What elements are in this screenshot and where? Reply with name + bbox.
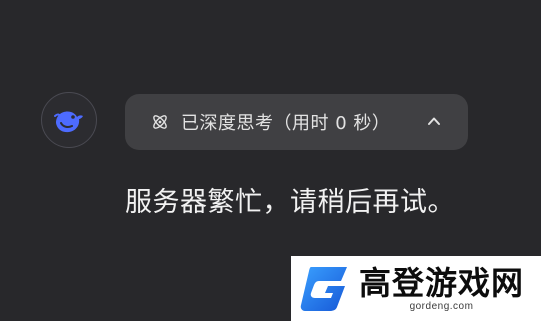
thinking-status-label: 已深度思考（用时 0 秒） xyxy=(181,113,391,134)
whale-logo-icon xyxy=(54,111,83,133)
watermark-banner: 高登游戏网 gordeng.com xyxy=(291,256,541,321)
chevron-up-icon[interactable] xyxy=(426,113,442,129)
assistant-message: 服务器繁忙，请稍后再试。 xyxy=(125,187,455,218)
atom-icon xyxy=(150,112,170,132)
watermark-title: 高登游戏网 xyxy=(359,263,525,302)
chat-window: 已深度思考（用时 0 秒） 服务器繁忙，请稍后再试。 高登游戏网 gordeng… xyxy=(0,0,541,321)
watermark-domain: gordeng.com xyxy=(409,300,474,312)
assistant-avatar xyxy=(41,92,97,148)
watermark-text: 高登游戏网 gordeng.com xyxy=(359,265,524,313)
thinking-toggle-button[interactable]: 已深度思考（用时 0 秒） xyxy=(125,94,468,150)
g-logo-icon xyxy=(297,261,353,317)
